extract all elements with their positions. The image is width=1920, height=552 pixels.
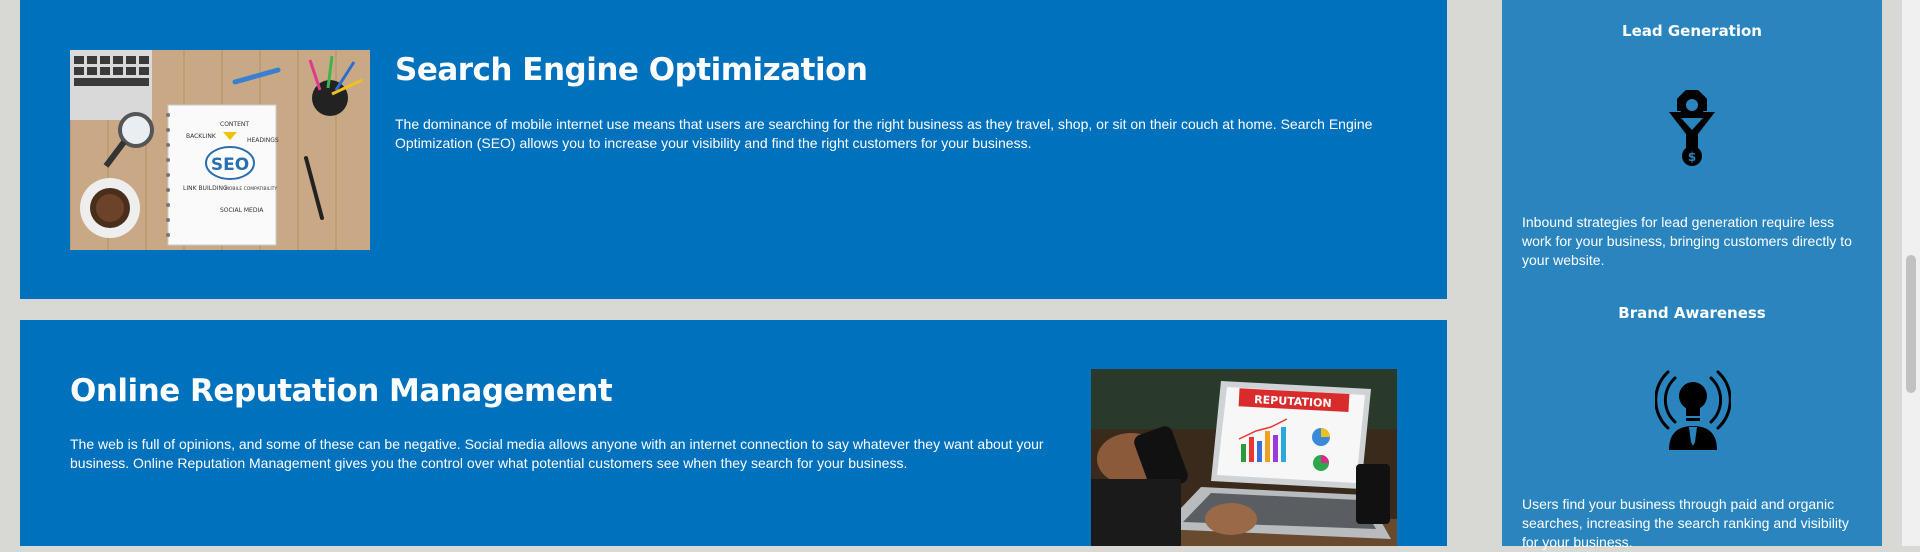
seo-photo-label-mobile: MOBILE COMPATIBILITY (225, 186, 277, 192)
seo-service-card: SEO CONTENT BACKLINK HEADINGS LINK BUILD… (20, 0, 1447, 299)
seo-photo-label-content: CONTENT (220, 121, 249, 128)
reputation-description: The web is full of opinions, and some of… (70, 436, 1044, 471)
page-scrollbar[interactable] (1902, 0, 1920, 546)
seo-description: The dominance of mobile internet use mea… (395, 116, 1373, 151)
reputation-service-card: Online Reputation Management The web is … (20, 320, 1447, 546)
seo-title: Search Engine Optimization (395, 52, 868, 88)
lightbulb-broadcast-person-icon (1654, 370, 1732, 450)
lead-generation-description: Inbound strategies for lead generation r… (1522, 214, 1852, 268)
seo-photo-label-social: SOCIAL MEDIA (220, 207, 264, 214)
seo-photo-label-link-building: LINK BUILDING (183, 185, 228, 192)
seo-photo-center-text: SEO (211, 155, 249, 175)
brand-awareness-title: Brand Awareness (1618, 304, 1766, 322)
scrollbar-thumb[interactable] (1906, 255, 1916, 393)
brand-awareness-description: Users find your business through paid an… (1522, 496, 1849, 550)
svg-text:$: $ (1688, 150, 1696, 164)
reputation-laptop-photo: REPUTATION (1091, 369, 1397, 546)
seo-notebook-photo: SEO CONTENT BACKLINK HEADINGS LINK BUILD… (70, 50, 370, 250)
sidebar-features: Lead Generation $ Inbound strategies for… (1502, 0, 1882, 550)
funnel-gear-dollar-icon: $ (1667, 88, 1717, 168)
lead-generation-title: Lead Generation (1622, 22, 1762, 40)
seo-photo-label-headings: HEADINGS (247, 137, 279, 144)
seo-photo-label-backlink: BACKLINK (186, 133, 217, 140)
reputation-title: Online Reputation Management (70, 373, 613, 409)
